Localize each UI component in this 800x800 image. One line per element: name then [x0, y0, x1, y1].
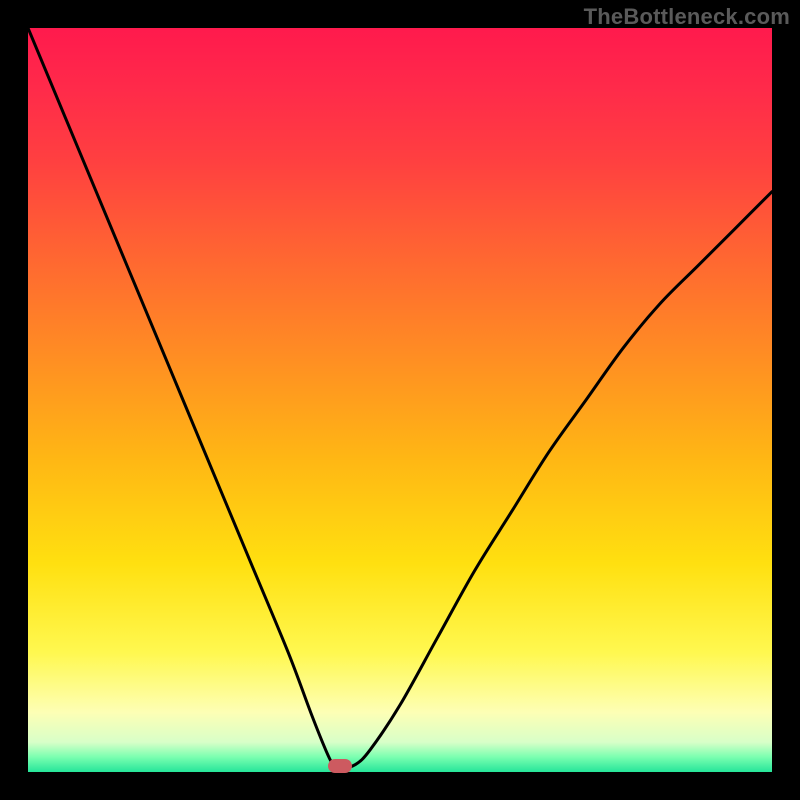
plot-area — [28, 28, 772, 772]
curve-svg — [28, 28, 772, 772]
minimum-marker — [328, 759, 352, 773]
outer-frame: TheBottleneck.com — [0, 0, 800, 800]
watermark-text: TheBottleneck.com — [584, 4, 790, 30]
bottleneck-curve — [28, 28, 772, 768]
